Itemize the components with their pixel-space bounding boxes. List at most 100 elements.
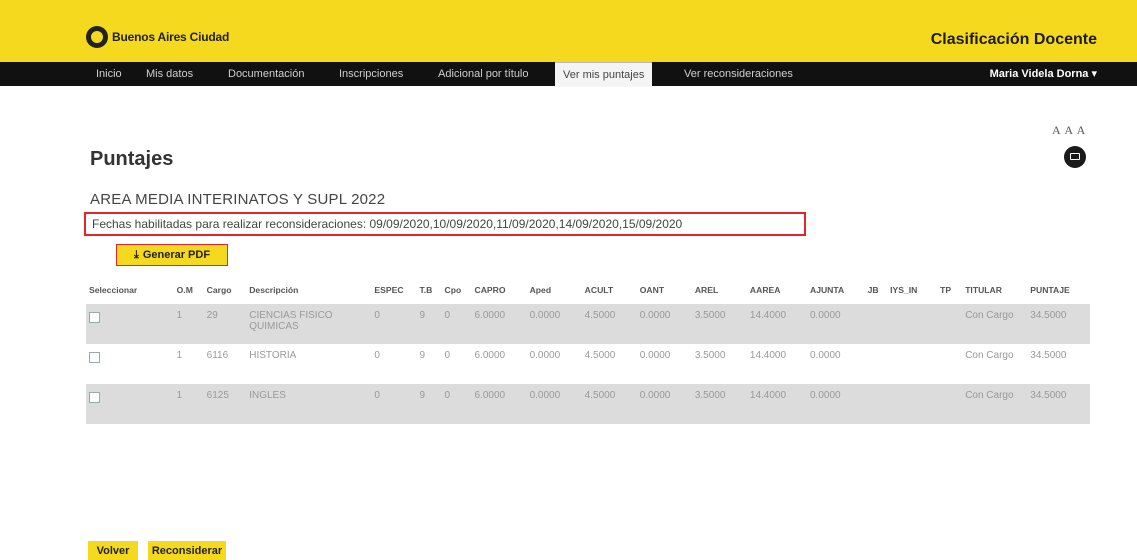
cell-espec: 0 xyxy=(371,304,417,344)
col-om: O.M xyxy=(176,285,193,295)
generate-pdf-button[interactable]: ⤓ Generar PDF xyxy=(116,244,228,266)
app-title: Clasificación Docente xyxy=(930,31,1097,48)
cell-descripcion: HISTORIA xyxy=(249,350,297,361)
nav-bar: Inicio Mis datos Documentación Inscripci… xyxy=(0,62,1137,87)
envelope-icon[interactable] xyxy=(1064,146,1086,168)
cell-iys-in xyxy=(887,384,938,424)
col-titular: TITULAR xyxy=(965,285,1002,295)
user-menu[interactable]: Maria Videla Dorna ▾ xyxy=(990,62,1097,86)
cell-cpo: 0 xyxy=(444,350,451,361)
dates-box: Fechas habilitadas para realizar reconsi… xyxy=(84,212,806,236)
table-row: 1 6125 INGLES 0 9 0 6.0000 0.0000 4.5000… xyxy=(86,384,1090,424)
cell-aarea: 14.4000 xyxy=(749,350,787,361)
cell-arel: 3.5000 xyxy=(691,384,747,424)
cell-aped: 0.0000 xyxy=(526,384,582,424)
cell-cpo: 0 xyxy=(441,304,472,344)
cell-ajunta: 0.0000 xyxy=(806,384,865,424)
volver-button[interactable]: Volver xyxy=(88,541,138,560)
nav-inscripciones[interactable]: Inscripciones xyxy=(339,62,403,86)
logo-text: Buenos Aires Ciudad xyxy=(112,30,230,44)
col-jb: JB xyxy=(867,285,879,295)
nav-ver-mis-puntajes[interactable]: Ver mis puntajes xyxy=(555,62,653,87)
cell-espec: 0 xyxy=(374,350,380,361)
cell-iys-in xyxy=(887,344,937,384)
cell-acult: 4.5000 xyxy=(581,304,637,344)
select-cell xyxy=(86,384,174,424)
col-puntaje: PUNTAJE xyxy=(1030,285,1070,295)
area-title: AREA MEDIA INTERINATOS Y SUPL 2022 xyxy=(90,191,386,208)
cell-cargo: 6125 xyxy=(203,384,247,424)
cell-capro: 6.0000 xyxy=(471,304,527,344)
cell-titular: Con Cargo xyxy=(962,304,1028,344)
table-row: 1 6116 HISTORIA 0 9 0 6.0000 0.0000 4.50… xyxy=(86,344,1090,384)
page-title: Puntajes xyxy=(90,148,174,170)
col-seleccionar: Seleccionar xyxy=(89,285,138,295)
cell-tb: 9 xyxy=(416,384,442,424)
cell-iys-in xyxy=(887,304,938,344)
table-header-row: Seleccionar O.M Cargo Descripción ESPEC … xyxy=(86,276,1090,304)
col-aarea: AAREA xyxy=(749,285,781,295)
col-descripcion: Descripción xyxy=(249,285,299,295)
cell-ajunta: 0.0000 xyxy=(806,304,865,344)
cell-puntaje: 34.5000 xyxy=(1027,384,1090,424)
cell-tp xyxy=(937,304,963,344)
reconsideration-dates: Fechas habilitadas para realizar reconsi… xyxy=(92,217,683,231)
cell-cargo: 6116 xyxy=(206,350,229,361)
col-oant: OANT xyxy=(639,285,665,295)
nav-inicio[interactable]: Inicio xyxy=(96,62,122,86)
cell-cargo: 29 xyxy=(203,304,247,344)
cell-oant: 0.0000 xyxy=(636,304,692,344)
cell-espec: 0 xyxy=(371,384,417,424)
cell-jb xyxy=(864,384,888,424)
col-espec: ESPEC xyxy=(374,285,404,295)
col-tp: TP xyxy=(940,285,952,295)
cell-acult: 4.5000 xyxy=(584,350,616,361)
nav-adicional-titulo[interactable]: Adicional por título xyxy=(438,62,529,86)
download-icon: ⤓ xyxy=(133,248,139,261)
scores-table: Seleccionar O.M Cargo Descripción ESPEC … xyxy=(86,276,1090,424)
city-logo-icon xyxy=(86,26,108,48)
col-tb: T.B xyxy=(419,285,433,295)
row-checkbox[interactable] xyxy=(89,312,100,323)
cell-puntaje: 34.5000 xyxy=(1030,350,1067,361)
cell-tp xyxy=(937,384,963,424)
cell-tb: 9 xyxy=(419,350,426,361)
cell-oant: 0.0000 xyxy=(639,350,671,361)
cell-oant: 0.0000 xyxy=(636,384,692,424)
cell-capro: 6.0000 xyxy=(471,384,527,424)
nav-ver-reconsideraciones[interactable]: Ver reconsideraciones xyxy=(684,62,793,86)
logo[interactable]: Buenos Aires Ciudad xyxy=(86,26,229,48)
nav-mis-datos[interactable]: Mis datos xyxy=(146,62,193,86)
col-capro: CAPRO xyxy=(474,285,506,295)
cell-descripcion: CIENCIAS FISICO QUIMICAS xyxy=(246,304,372,344)
cell-om: 1 xyxy=(173,304,204,344)
cell-jb xyxy=(864,304,888,344)
col-cargo: Cargo xyxy=(206,285,232,295)
cell-descripcion: INGLES xyxy=(246,384,372,424)
font-size-controls[interactable]: A A A xyxy=(1052,123,1086,138)
row-checkbox[interactable] xyxy=(89,352,100,363)
cell-tb: 9 xyxy=(416,304,442,344)
cell-ajunta: 0.0000 xyxy=(809,350,841,361)
cell-aped: 0.0000 xyxy=(526,304,582,344)
cell-aarea: 14.4000 xyxy=(746,304,807,344)
col-aped: Aped xyxy=(529,285,552,295)
nav-documentacion[interactable]: Documentación xyxy=(228,62,304,86)
cell-puntaje: 34.5000 xyxy=(1027,304,1090,344)
cell-capro: 6.0000 xyxy=(474,350,506,361)
col-iys-in: IYS_IN xyxy=(890,285,918,295)
col-acult: ACULT xyxy=(584,285,614,295)
col-arel: AREL xyxy=(694,285,719,295)
cell-om: 1 xyxy=(173,384,204,424)
select-cell xyxy=(86,344,174,384)
col-ajunta: AJUNTA xyxy=(809,285,845,295)
row-checkbox[interactable] xyxy=(89,392,100,403)
cell-aarea: 14.4000 xyxy=(746,384,807,424)
reconsiderar-button[interactable]: Reconsiderar xyxy=(148,541,226,560)
select-cell xyxy=(86,304,174,344)
header-bar: Buenos Aires Ciudad Clasificación Docent… xyxy=(0,0,1137,62)
cell-jb xyxy=(865,344,888,384)
cell-arel: 3.5000 xyxy=(694,350,726,361)
cell-acult: 4.5000 xyxy=(581,384,637,424)
cell-titular: Con Cargo xyxy=(962,384,1028,424)
